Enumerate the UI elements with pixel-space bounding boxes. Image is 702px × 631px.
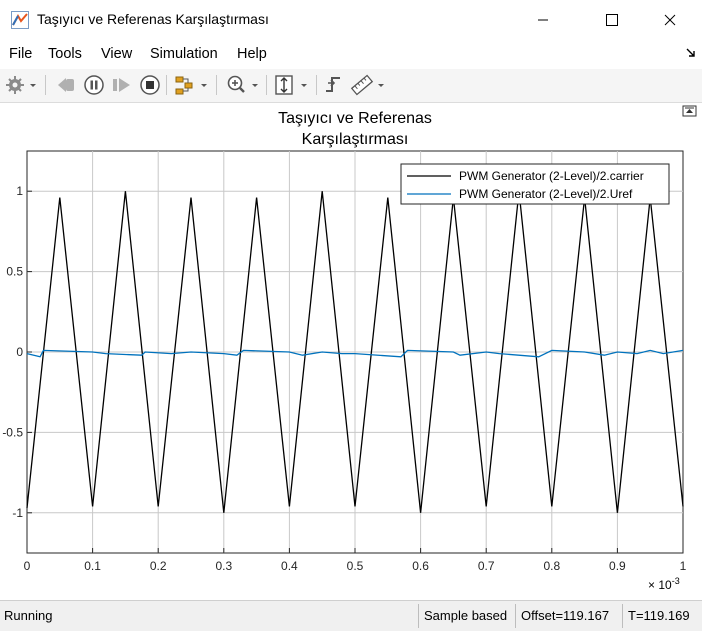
restore-layout-icon[interactable] — [682, 105, 697, 117]
settings-button[interactable] — [5, 73, 37, 97]
x-tick-label: 0.7 — [478, 559, 495, 573]
minimize-button[interactable] — [520, 0, 566, 40]
legend-entry: PWM Generator (2-Level)/2.carrier — [459, 169, 644, 183]
measurements-button[interactable] — [350, 73, 390, 97]
x-tick-label: 1 — [680, 559, 687, 573]
toolbar — [0, 69, 702, 103]
stop-icon — [140, 75, 160, 95]
menu-file[interactable]: File — [9, 46, 32, 62]
x-tick-label: 0.6 — [412, 559, 429, 573]
status-offset: Offset=119.167 — [515, 604, 622, 628]
autoscale-button[interactable] — [273, 73, 313, 97]
window-title: Taşıyıcı ve Referenas Karşılaştırması — [37, 11, 269, 27]
legend-entry: PWM Generator (2-Level)/2.Uref — [459, 187, 633, 201]
close-button[interactable] — [647, 0, 693, 40]
toolbar-separator — [166, 75, 167, 95]
signal-selector-button[interactable] — [173, 73, 213, 97]
x-tick-label: 0.1 — [84, 559, 101, 573]
plot-title-line1: Taşıyıcı ve Referenas — [278, 110, 432, 127]
x-tick-label: 0 — [24, 559, 31, 573]
x-tick-label: 0.4 — [281, 559, 298, 573]
gear-icon — [6, 76, 36, 94]
toolbar-separator — [316, 75, 317, 95]
step-forward-button[interactable] — [110, 73, 134, 97]
undock-icon[interactable] — [686, 48, 696, 58]
status-bar: Running Sample based Offset=119.167 T=11… — [0, 600, 702, 631]
y-tick-label: -1 — [12, 506, 23, 520]
x-tick-label: 0.8 — [543, 559, 560, 573]
step-back-button[interactable] — [54, 73, 78, 97]
x-exponent-label: × 10-3 — [648, 576, 680, 592]
toolbar-separator — [216, 75, 217, 95]
status-sample-mode: Sample based — [418, 604, 515, 628]
y-tick-label: 1 — [16, 184, 23, 198]
stop-button[interactable] — [138, 73, 162, 97]
y-tick-labels: 1 0.5 0 -0.5 -1 — [2, 184, 23, 520]
x-tick-label: 0.3 — [215, 559, 232, 573]
status-time: T=119.169 — [622, 604, 702, 628]
matlab-icon — [11, 11, 29, 29]
x-tick-label: 0.2 — [150, 559, 167, 573]
scope-plot-panel: Taşıyıcı ve Referenas Karşılaştırması 00… — [0, 103, 702, 600]
minimize-icon — [538, 19, 548, 21]
x-tick-label: 0.5 — [347, 559, 364, 573]
ruler-icon — [350, 74, 384, 96]
toolbar-separator — [45, 75, 46, 95]
menu-simulation[interactable]: Simulation — [150, 46, 218, 62]
maximize-button[interactable] — [589, 0, 635, 40]
x-tick-labels: 0 0.1 0.2 0.3 0.4 0.5 0.6 0.7 0.8 0.9 1 — [24, 559, 687, 573]
zoom-in-icon — [227, 75, 258, 93]
menu-tools[interactable]: Tools — [48, 46, 82, 62]
legend: PWM Generator (2-Level)/2.carrier PWM Gen… — [400, 163, 670, 205]
plot-title-line2: Karşılaştırması — [302, 131, 409, 148]
status-running: Running — [4, 608, 53, 623]
x-tick-label: 0.9 — [609, 559, 626, 573]
step-forward-icon — [113, 78, 130, 92]
menu-help[interactable]: Help — [237, 46, 267, 62]
zoom-button[interactable] — [224, 73, 264, 97]
trigger-icon — [326, 77, 340, 92]
title-bar: Taşıyıcı ve Referenas Karşılaştırması — [0, 0, 702, 40]
menu-view[interactable]: View — [101, 46, 132, 62]
autoscale-icon — [275, 75, 307, 95]
y-tick-label: -0.5 — [2, 425, 23, 439]
step-back-icon — [58, 78, 74, 92]
signal-hierarchy-icon — [175, 76, 207, 95]
maximize-icon — [606, 14, 618, 26]
pause-button[interactable] — [82, 73, 106, 97]
toolbar-separator — [266, 75, 267, 95]
y-tick-label: 0.5 — [6, 265, 23, 279]
y-tick-label: 0 — [16, 345, 23, 359]
menu-bar: File Tools View Simulation Help — [0, 40, 702, 69]
trigger-button[interactable] — [322, 73, 346, 97]
close-icon — [664, 14, 676, 26]
pause-icon — [84, 75, 104, 95]
scope-plot: Taşıyıcı ve Referenas Karşılaştırması 00… — [2, 105, 697, 592]
